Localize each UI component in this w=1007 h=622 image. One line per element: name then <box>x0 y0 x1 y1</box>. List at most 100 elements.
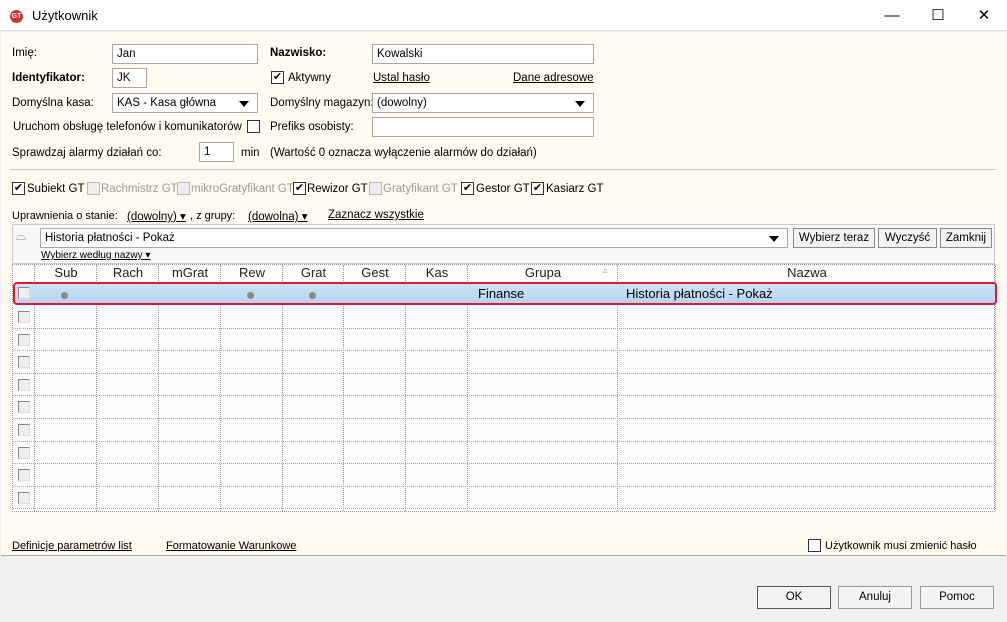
table-row[interactable] <box>13 351 994 374</box>
telefony-label: Uruchom obsługę telefonów i komunikatoró… <box>13 121 242 133</box>
column-header-mgrat[interactable]: mGrat <box>159 265 221 281</box>
definicje-link[interactable]: Definicje parametrów list <box>12 540 132 552</box>
chevron-down-icon <box>575 101 585 107</box>
nazwisko-label: Nazwisko: <box>270 47 327 59</box>
table-row[interactable] <box>13 329 994 352</box>
grat-mark-icon <box>309 292 316 299</box>
kasiarz-checkbox[interactable]: ✔ <box>531 182 544 195</box>
rachmistrz-label: Rachmistrz GT <box>101 183 178 195</box>
gratyfikant-label: Gratyfikant GT <box>383 183 458 195</box>
musi-zmienic-label: Użytkownik musi zmienić hasło <box>825 540 977 552</box>
row-checkbox[interactable] <box>18 333 30 346</box>
column-header-rew[interactable]: Rew <box>221 265 283 281</box>
stan-label: Uprawnienia o stanie: <box>12 210 118 222</box>
aktywny-label: Aktywny <box>288 72 331 84</box>
row-checkbox[interactable] <box>18 378 30 391</box>
kasa-select[interactable]: KAS - Kasa główna <box>112 93 258 113</box>
ok-button[interactable]: OK <box>757 586 831 609</box>
nazwisko-input[interactable]: Kowalski <box>372 44 594 64</box>
minimize-button[interactable]: — <box>869 0 915 31</box>
sort-asc-icon: ▵ <box>603 265 608 275</box>
column-header-sub[interactable]: Sub <box>35 265 97 281</box>
anuluj-button[interactable]: Anuluj <box>838 586 912 609</box>
dane-adresowe-link[interactable]: Dane adresowe <box>513 72 594 84</box>
alarmy-label: Sprawdzaj alarmy działań co: <box>12 147 162 159</box>
wybierz-wg-dropdown[interactable]: Wybierz według nazwy ▾ <box>41 250 150 261</box>
kasa-value: KAS - Kasa główna <box>117 97 217 109</box>
ustal-haslo-link[interactable]: Ustal hasło <box>373 72 430 84</box>
grupa-dropdown[interactable]: (dowolna) ▾ <box>248 209 307 223</box>
mikrogratyfikant-checkbox[interactable] <box>177 182 190 195</box>
rachmistrz-checkbox[interactable] <box>87 182 100 195</box>
identyfikator-input[interactable]: JK <box>112 68 147 88</box>
search-combo[interactable]: Historia płatności - Pokaż <box>40 228 788 248</box>
row-checkbox[interactable] <box>18 424 30 436</box>
column-header-nazwa[interactable]: Nazwa <box>618 265 996 281</box>
row-grupa: Finanse <box>478 286 525 301</box>
magazyn-select[interactable]: (dowolny) <box>372 93 594 113</box>
imie-label: Imię: <box>12 47 37 59</box>
row-checkbox[interactable] <box>18 311 30 323</box>
zaznacz-wszystkie-link[interactable]: Zaznacz wszystkie <box>328 209 424 221</box>
pomoc-button[interactable]: Pomoc <box>920 586 994 609</box>
chevron-down-icon <box>239 101 249 107</box>
selected-row[interactable]: Finanse Historia płatności - Pokaż <box>13 282 997 305</box>
table-row[interactable] <box>13 442 994 465</box>
telefony-checkbox[interactable] <box>247 120 260 133</box>
row-checkbox[interactable] <box>18 469 30 482</box>
table-row[interactable] <box>13 306 994 329</box>
divider <box>10 169 996 170</box>
mikrogratyfikant-label: mikroGratyfikant GT <box>191 183 294 195</box>
gestor-checkbox[interactable]: ✔ <box>461 182 474 195</box>
rewizor-checkbox[interactable]: ✔ <box>293 182 306 195</box>
row-checkbox[interactable] <box>18 287 30 299</box>
alarmy-unit: min <box>241 147 260 159</box>
row-checkbox[interactable] <box>18 446 30 459</box>
column-header-gest[interactable]: Gest <box>344 265 406 281</box>
subiekt-label: Subiekt GT <box>27 183 85 195</box>
close-button[interactable]: ✕ <box>961 0 1007 31</box>
row-checkbox[interactable] <box>18 491 30 504</box>
wyczysc-button[interactable]: Wyczyść <box>878 228 937 248</box>
column-header-kas[interactable]: Kas <box>406 265 468 281</box>
kasa-label: Domyślna kasa: <box>12 97 94 109</box>
magazyn-value: (dowolny) <box>377 97 427 109</box>
gratyfikant-checkbox[interactable] <box>369 182 382 195</box>
aktywny-checkbox[interactable]: ✔ <box>271 71 284 84</box>
alarmy-input[interactable]: 1 <box>199 142 234 162</box>
sub-mark-icon <box>61 292 68 299</box>
zamknij-button[interactable]: Zamknij <box>940 228 992 248</box>
eraser-icon[interactable]: ⌓ <box>16 229 32 243</box>
imie-input[interactable]: Jan <box>112 44 258 64</box>
maximize-button[interactable]: ☐ <box>915 0 961 31</box>
row-nazwa: Historia płatności - Pokaż <box>626 286 773 301</box>
stan-dropdown[interactable]: (dowolny) ▾ <box>127 209 186 223</box>
app-logo-icon: GT <box>10 10 23 23</box>
table-row[interactable] <box>13 396 994 419</box>
subiekt-checkbox[interactable]: ✔ <box>12 182 25 195</box>
wybierz-teraz-button[interactable]: Wybierz teraz <box>793 228 875 248</box>
table-row[interactable] <box>13 487 994 510</box>
title-bar: GT Użytkownik — ☐ ✕ <box>0 0 1007 31</box>
table-row[interactable] <box>13 464 994 487</box>
prefiks-label: Prefiks osobisty: <box>270 121 354 133</box>
gestor-label: Gestor GT <box>476 183 530 195</box>
table-row[interactable] <box>13 419 994 442</box>
wybierz-wg-label: Wybierz według nazwy <box>41 250 143 261</box>
row-checkbox[interactable] <box>18 401 30 414</box>
row-checkbox[interactable] <box>18 356 30 369</box>
search-value: Historia płatności - Pokaż <box>45 232 175 244</box>
column-header-grupa[interactable]: Grupa <box>468 265 618 281</box>
identyfikator-label: Identyfikator: <box>12 72 85 84</box>
prefiks-input[interactable] <box>372 117 594 137</box>
musi-zmienic-checkbox[interactable] <box>808 539 821 552</box>
formatowanie-link[interactable]: Formatowanie Warunkowe <box>166 540 296 552</box>
column-header-grat[interactable]: Grat <box>283 265 344 281</box>
alarmy-note: (Wartość 0 oznacza wyłączenie alarmów do… <box>270 147 537 159</box>
kasiarz-label: Kasiarz GT <box>546 183 604 195</box>
table-row[interactable] <box>13 374 994 397</box>
magazyn-label: Domyślny magazyn: <box>270 97 374 109</box>
stan-value: (dowolny) <box>127 211 177 223</box>
grupa-label: , z grupy: <box>190 210 236 222</box>
column-header-rach[interactable]: Rach <box>97 265 159 281</box>
